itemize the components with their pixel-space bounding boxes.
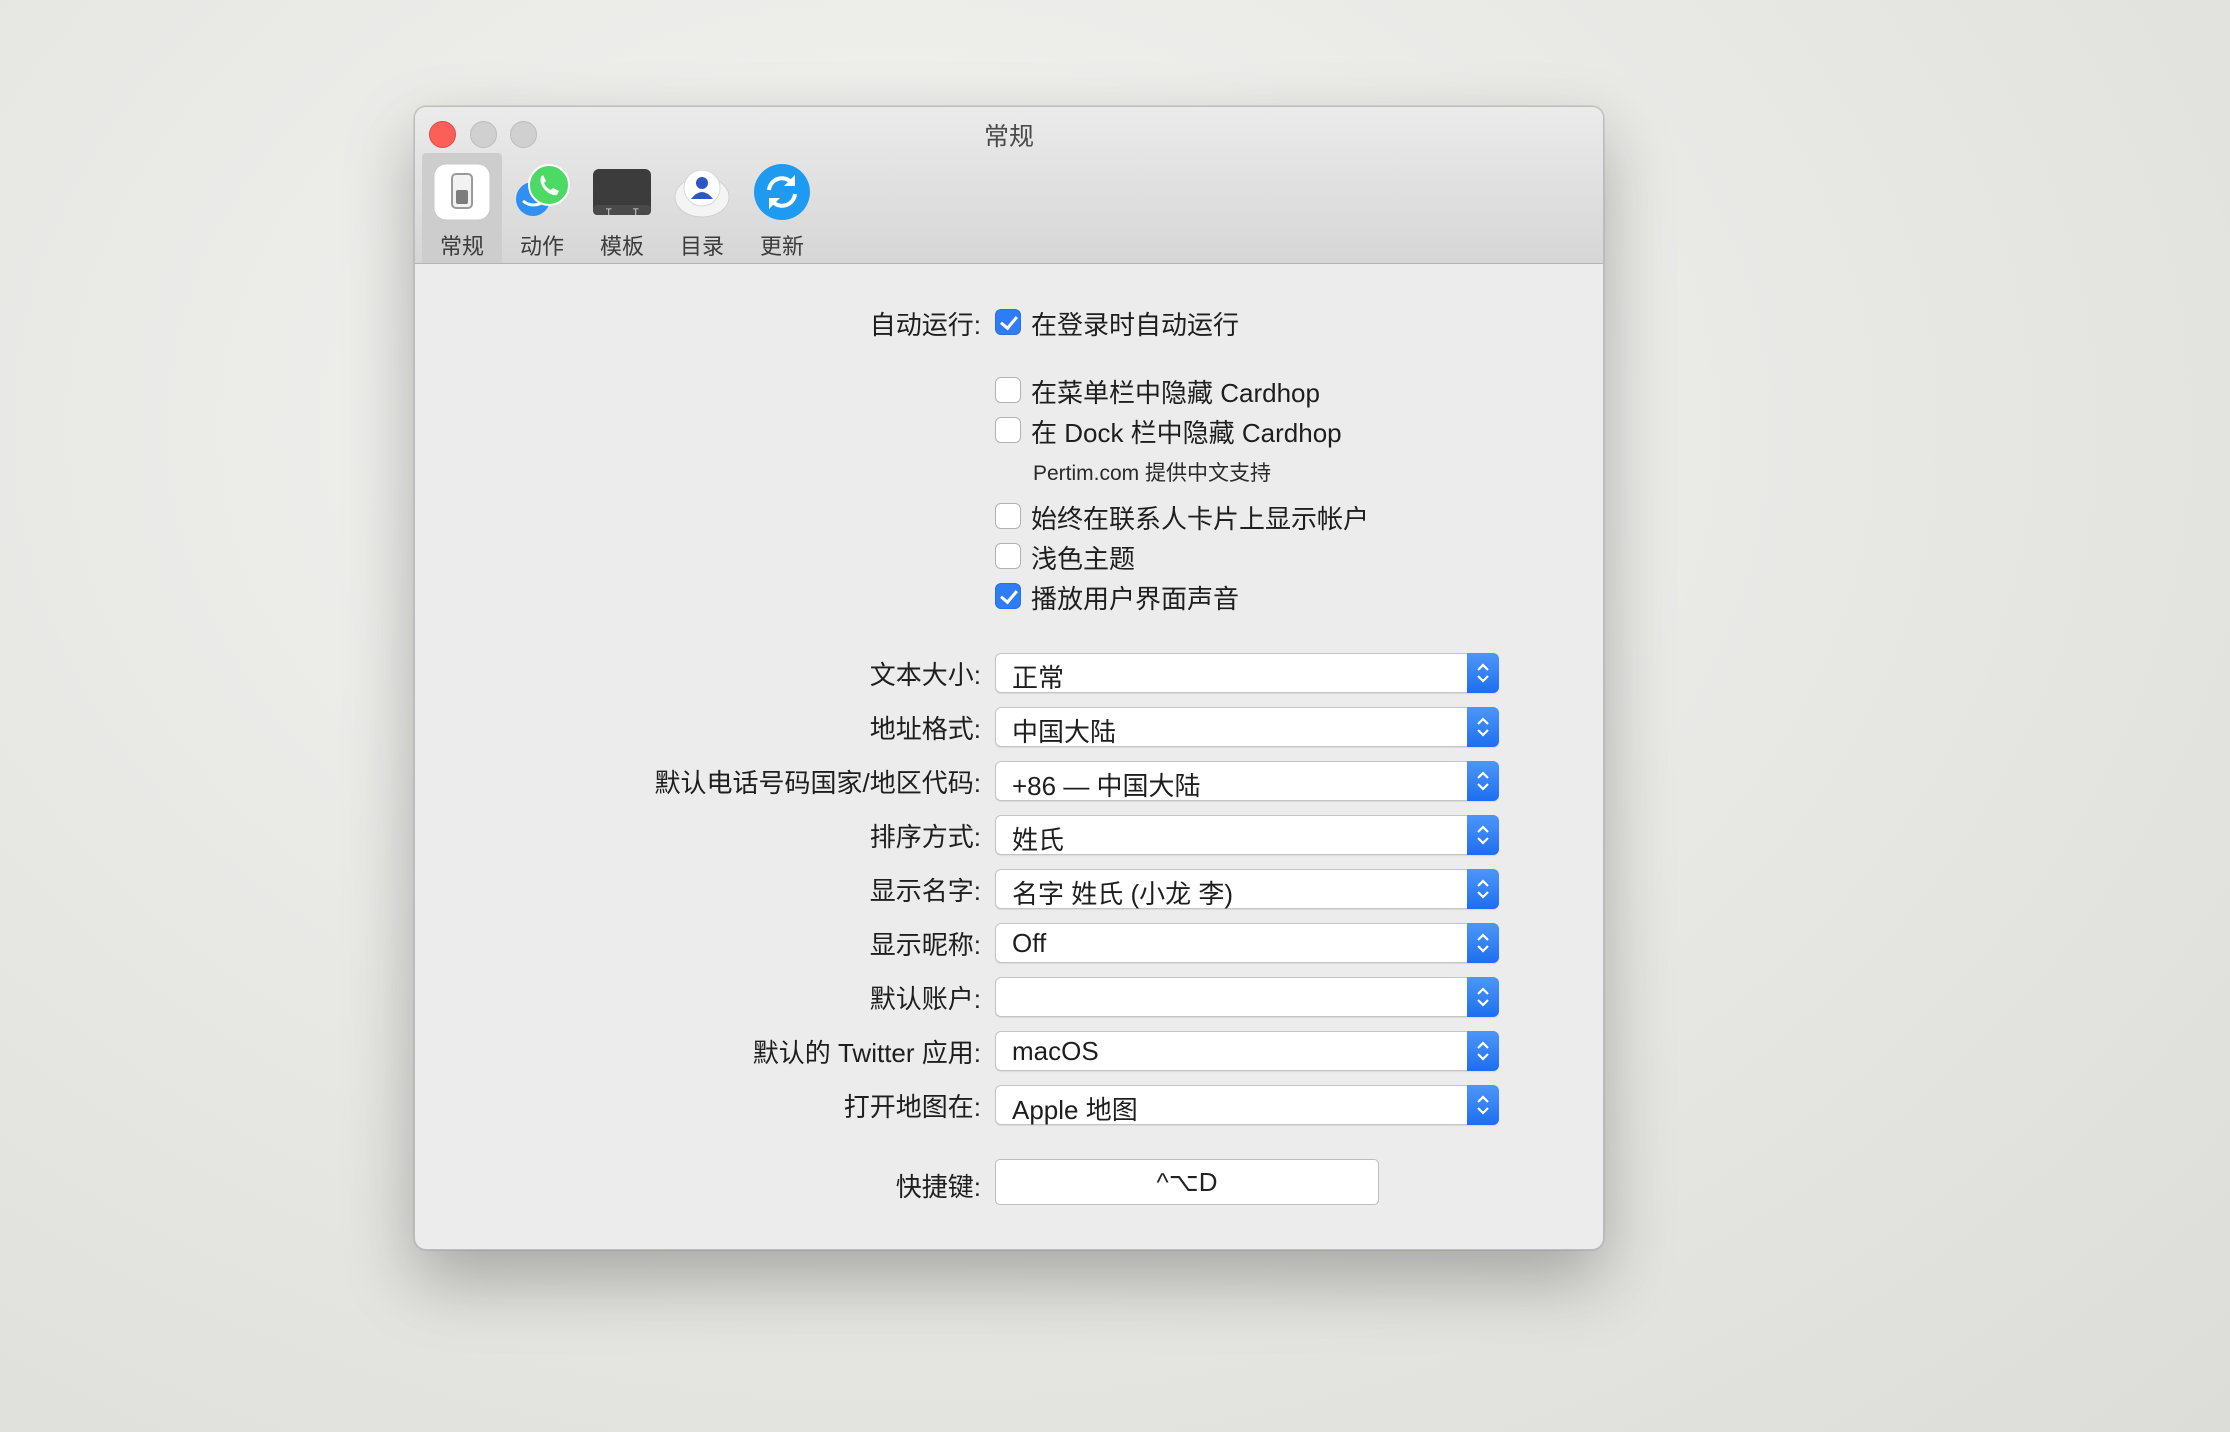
autorun-checkbox[interactable] — [995, 309, 1021, 335]
address-format-select[interactable]: 中国大陆 — [995, 707, 1499, 747]
general-switch-icon — [433, 163, 491, 221]
toolbar-label: 更新 — [759, 234, 804, 259]
select-value: Off — [1012, 928, 1047, 958]
chevron-updown-icon — [1467, 761, 1499, 801]
text-size-select[interactable]: 正常 — [995, 653, 1499, 693]
address-format-label: 地址格式: — [869, 714, 981, 744]
chevron-updown-icon — [1467, 653, 1499, 693]
templates-card-icon: T T — [593, 169, 651, 218]
show-account-checkbox[interactable] — [995, 503, 1021, 529]
chevron-updown-icon — [1467, 707, 1499, 747]
twitter-app-select[interactable]: macOS — [995, 1031, 1499, 1071]
open-maps-select[interactable]: Apple 地图 — [995, 1085, 1499, 1125]
toolbar-tab-directory[interactable]: 目录 — [662, 153, 742, 263]
chevron-updown-icon — [1467, 1031, 1499, 1071]
default-account-label: 默认账户: — [869, 984, 981, 1014]
autorun-option-label[interactable]: 在登录时自动运行 — [1031, 305, 1239, 342]
select-value: 名字 姓氏 (小龙 李) — [1012, 879, 1233, 909]
text-size-label: 文本大小: — [869, 660, 981, 690]
phone-country-code-select[interactable]: +86 — 中国大陆 — [995, 761, 1499, 801]
autorun-label: 自动运行: — [869, 310, 981, 340]
light-theme-checkbox[interactable] — [995, 543, 1021, 569]
toolbar-label: 目录 — [679, 234, 724, 259]
display-nickname-label: 显示昵称: — [869, 930, 981, 960]
ui-sounds-checkbox[interactable] — [995, 583, 1021, 609]
twitter-app-label: 默认的 Twitter 应用: — [752, 1038, 981, 1068]
toolbar-label: 模板 — [599, 234, 644, 259]
preferences-window: 常规 常规 动作 T T 模板 目录 更新 自动运行: 在登录时自动运行 在菜单… — [414, 106, 1604, 1250]
chevron-updown-icon — [1467, 815, 1499, 855]
localization-note: Pertim.com 提供中文支持 — [1033, 462, 1272, 485]
select-value: Apple 地图 — [1012, 1095, 1138, 1125]
ui-sounds-label[interactable]: 播放用户界面声音 — [1031, 579, 1239, 616]
toolbar-tab-templates[interactable]: T T 模板 — [582, 153, 662, 263]
chevron-updown-icon — [1467, 923, 1499, 963]
select-value: +86 — 中国大陆 — [1012, 771, 1201, 801]
chevron-updown-icon — [1467, 977, 1499, 1017]
open-maps-label: 打开地图在: — [843, 1092, 981, 1122]
toolbar-label: 动作 — [519, 234, 564, 259]
display-nickname-select[interactable]: Off — [995, 923, 1499, 963]
shortcut-label: 快捷键: — [895, 1172, 981, 1202]
light-theme-label[interactable]: 浅色主题 — [1031, 539, 1135, 576]
toolbar-tab-update[interactable]: 更新 — [742, 153, 822, 263]
directory-person-icon — [674, 169, 730, 218]
toolbar-label: 常规 — [439, 234, 484, 259]
actions-phone-icon — [516, 164, 570, 216]
title-bar: 常规 常规 动作 T T 模板 目录 更新 — [415, 107, 1603, 264]
display-name-label: 显示名字: — [869, 876, 981, 906]
toolbar-tab-general[interactable]: 常规 — [422, 153, 502, 263]
update-refresh-icon — [754, 164, 810, 220]
chevron-updown-icon — [1467, 869, 1499, 909]
select-value: 中国大陆 — [1012, 717, 1117, 747]
hide-dock-label[interactable]: 在 Dock 栏中隐藏 Cardhop — [1031, 413, 1342, 450]
svg-text:T: T — [632, 208, 639, 218]
hide-menubar-checkbox[interactable] — [995, 377, 1021, 403]
sort-order-select[interactable]: 姓氏 — [995, 815, 1499, 855]
window-title: 常规 — [983, 123, 1034, 151]
show-account-label[interactable]: 始终在联系人卡片上显示帐户 — [1031, 499, 1369, 536]
default-account-select[interactable] — [995, 977, 1499, 1017]
toolbar-tab-actions[interactable]: 动作 — [502, 153, 582, 263]
phone-country-code-label: 默认电话号码国家/地区代码: — [654, 768, 981, 798]
shortcut-recorder-field[interactable]: ^⌥D — [995, 1159, 1379, 1205]
select-value: macOS — [1012, 1036, 1099, 1066]
hide-menubar-label[interactable]: 在菜单栏中隐藏 Cardhop — [1031, 373, 1320, 410]
display-name-select[interactable]: 名字 姓氏 (小龙 李) — [995, 869, 1499, 909]
chevron-updown-icon — [1467, 1085, 1499, 1125]
select-value: 姓氏 — [1012, 825, 1065, 855]
hide-dock-checkbox[interactable] — [995, 417, 1021, 443]
sort-order-label: 排序方式: — [869, 822, 981, 852]
svg-text:T: T — [605, 208, 612, 218]
select-value: 正常 — [1012, 663, 1065, 693]
